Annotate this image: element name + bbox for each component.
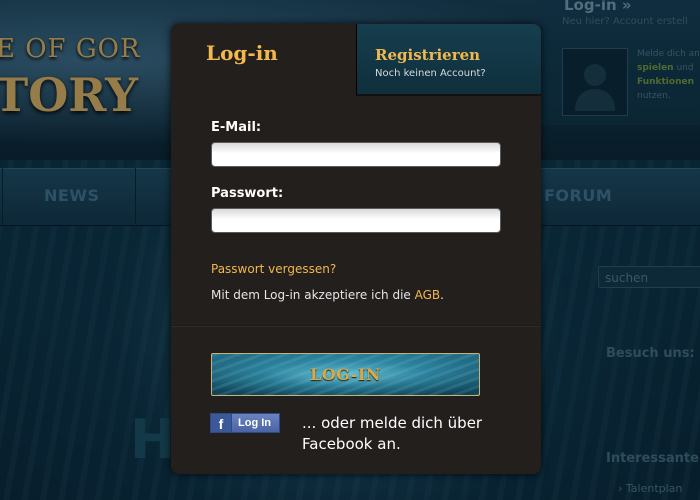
facebook-login-text: ... oder melde dich über Facebook an. [302, 414, 483, 453]
divider [171, 325, 541, 327]
terms-text: Mit dem Log-in akzeptiere ich die AGB. [211, 288, 444, 302]
facebook-icon: f [211, 414, 232, 432]
login-modal: Log-in Registrieren Noch keinen Account?… [171, 24, 541, 474]
tab-register-label: Registrieren [375, 46, 481, 64]
facebook-login-label: Log In [238, 417, 271, 429]
terms-text-prefix: Mit dem Log-in akzeptiere ich die [211, 288, 415, 302]
tab-login[interactable]: Log-in [171, 24, 356, 94]
tab-login-label: Log-in [206, 41, 278, 65]
password-label: Passwort: [211, 186, 284, 201]
forgot-password-link[interactable]: Passwort vergessen? [211, 262, 336, 276]
facebook-login-button[interactable]: f Log In [210, 413, 280, 433]
tab-register-sub: Noch keinen Account? [375, 68, 486, 79]
email-field[interactable] [211, 142, 501, 167]
agb-link[interactable]: AGB [415, 288, 441, 302]
tab-divider [356, 94, 541, 96]
login-button[interactable]: LOG-IN [211, 353, 480, 396]
login-button-label: LOG-IN [310, 365, 381, 384]
password-field[interactable] [211, 208, 501, 233]
email-label: E-Mail: [211, 120, 262, 135]
tab-register[interactable]: Registrieren Noch keinen Account? [356, 24, 541, 94]
terms-text-suffix: . [440, 288, 444, 302]
